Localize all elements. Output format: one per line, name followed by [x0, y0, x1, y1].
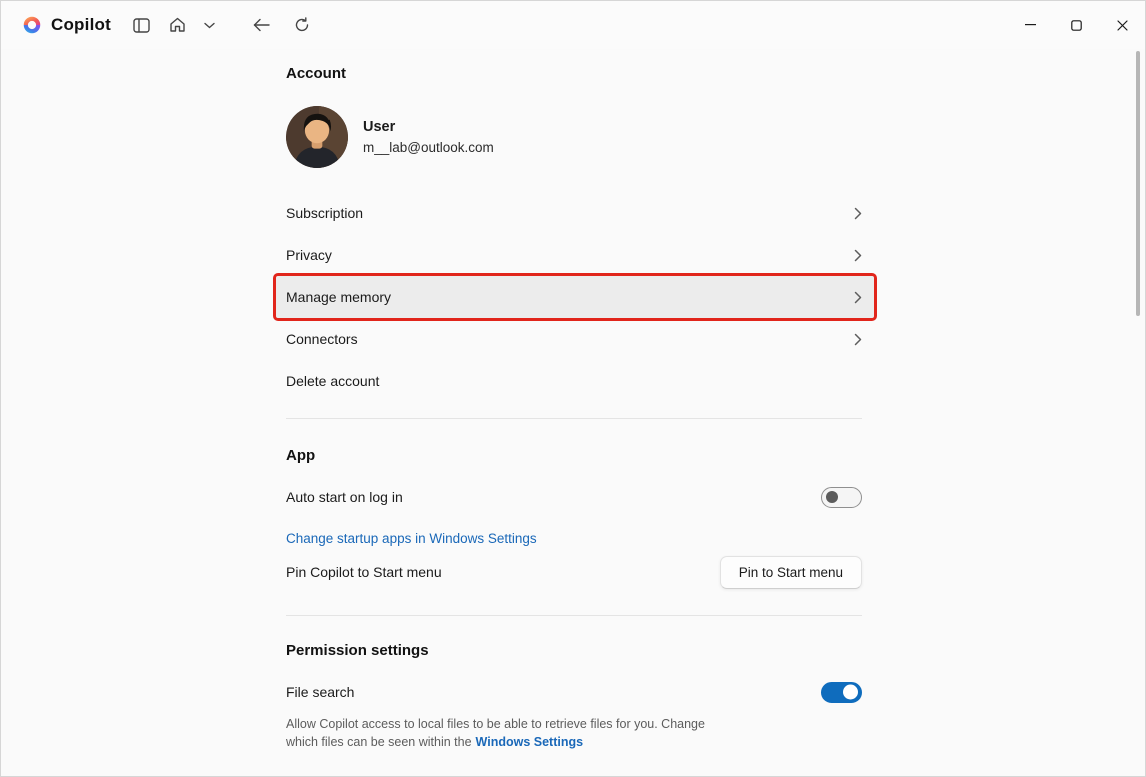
permission-section-heading: Permission settings [286, 642, 429, 659]
file-search-label: File search [286, 684, 355, 700]
chevron-right-icon [854, 291, 862, 304]
pin-label: Pin Copilot to Start menu [286, 564, 442, 580]
home-icon[interactable] [163, 10, 193, 40]
titlebar: Copilot [1, 1, 1145, 49]
row-label: Manage memory [286, 289, 392, 305]
chevron-right-icon [854, 333, 862, 346]
minimize-button[interactable] [1007, 1, 1053, 49]
user-name: User [363, 119, 396, 135]
new-chat-icon[interactable] [127, 10, 157, 40]
app-title: Copilot [51, 15, 111, 34]
toggle-knob [843, 684, 858, 700]
user-card: User m__lab@outlook.com [276, 106, 874, 168]
row-delete-account[interactable]: Delete account [276, 360, 874, 402]
chevron-right-icon [854, 207, 862, 220]
file-search-description: Allow Copilot access to local files to b… [276, 715, 706, 751]
user-email: m__lab@outlook.com [363, 140, 494, 155]
toggle-knob [826, 491, 838, 503]
row-subscription[interactable]: Subscription [276, 192, 874, 234]
chevron-right-icon [854, 249, 862, 262]
account-rows: Subscription Privacy Manage memory Conne… [273, 192, 877, 402]
app-section-heading: App [286, 447, 316, 464]
auto-start-row: Auto start on log in [276, 476, 874, 518]
row-privacy[interactable]: Privacy [276, 234, 874, 276]
row-label: Connectors [286, 331, 358, 347]
copilot-logo-icon [21, 14, 43, 36]
divider [286, 615, 862, 616]
titlebar-actions [127, 10, 221, 40]
pin-to-start-button[interactable]: Pin to Start menu [719, 555, 862, 589]
copilot-settings-window: Copilot Account User m__lab@outlook.com … [0, 0, 1146, 777]
startup-settings-link[interactable]: Change startup apps in Windows Settings [286, 531, 537, 546]
settings-content: Account User m__lab@outlook.com Subscrip… [273, 49, 877, 751]
file-search-toggle[interactable] [821, 681, 862, 703]
refresh-icon[interactable] [287, 10, 317, 40]
startup-link-line: Change startup apps in Windows Settings [276, 528, 874, 548]
maximize-button[interactable] [1053, 1, 1099, 49]
file-search-row: File search [276, 671, 874, 713]
brand: Copilot [1, 14, 111, 36]
user-info: User m__lab@outlook.com [363, 119, 494, 155]
window-controls [1007, 1, 1145, 49]
row-manage-memory[interactable]: Manage memory [273, 273, 877, 321]
chevron-down-icon[interactable] [199, 10, 221, 40]
row-connectors[interactable]: Connectors [276, 318, 874, 360]
row-label: Privacy [286, 247, 332, 263]
back-icon[interactable] [247, 10, 277, 40]
auto-start-label: Auto start on log in [286, 489, 403, 505]
avatar [286, 106, 348, 168]
row-label: Subscription [286, 205, 364, 221]
nav-group [247, 10, 317, 40]
close-button[interactable] [1099, 1, 1145, 49]
divider [286, 418, 862, 419]
windows-settings-link[interactable]: Windows Settings [476, 735, 584, 749]
pin-row: Pin Copilot to Start menu Pin to Start m… [276, 551, 874, 593]
account-section-heading: Account [286, 65, 346, 82]
auto-start-toggle[interactable] [821, 486, 862, 508]
scrollbar-thumb[interactable] [1136, 51, 1140, 316]
row-label: Delete account [286, 373, 380, 389]
